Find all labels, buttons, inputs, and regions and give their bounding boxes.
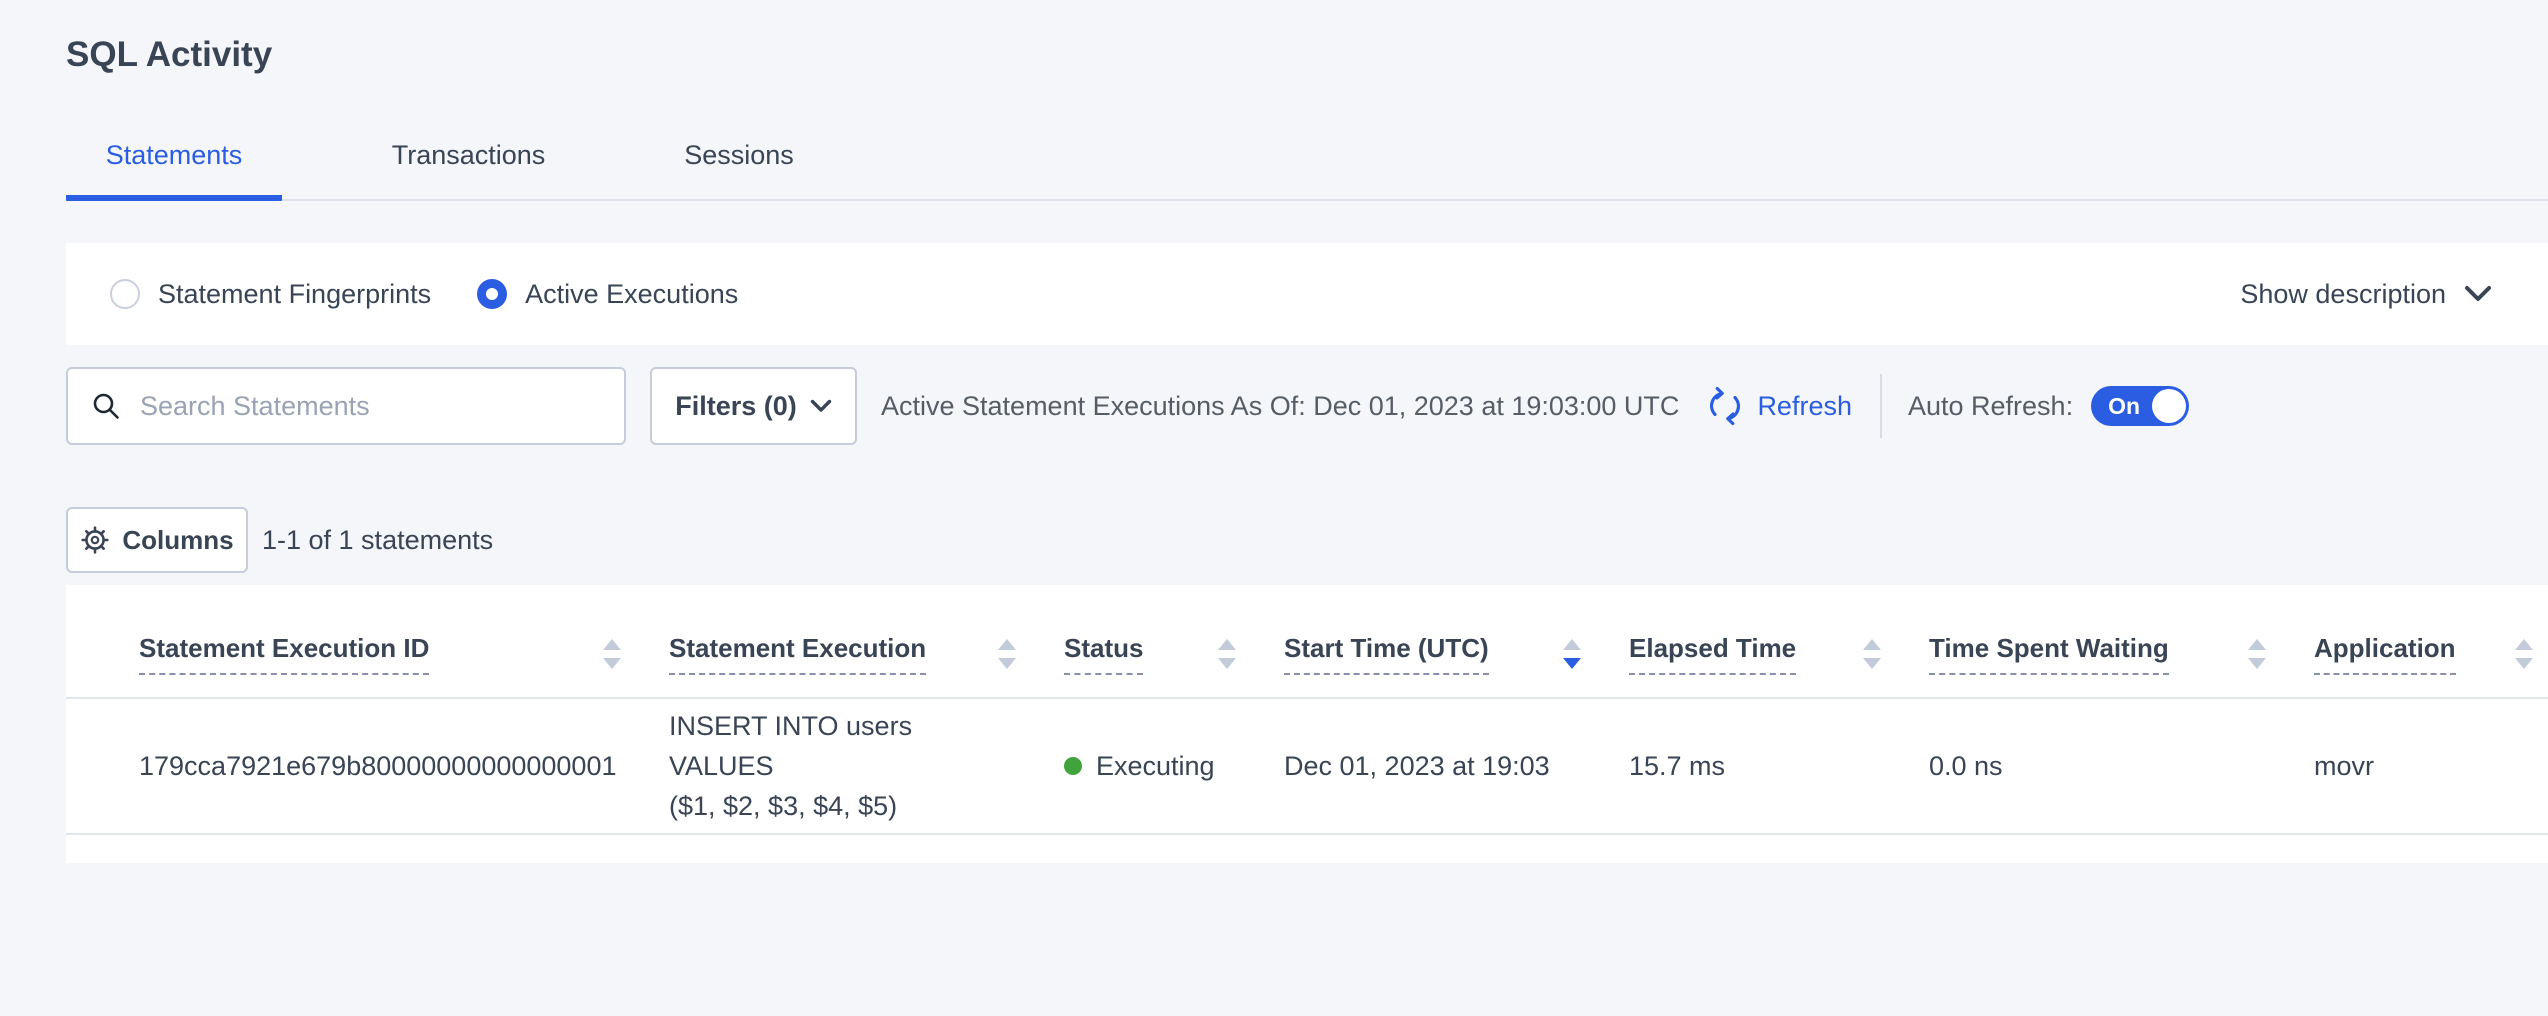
table-toolbar: Columns 1-1 of 1 statements: [66, 507, 2548, 573]
show-description-button[interactable]: Show description: [2240, 279, 2492, 310]
cell-application: movr: [2281, 699, 2548, 833]
cell-status: Executing: [1031, 699, 1251, 833]
column-header-statement-execution-id: Statement Execution ID: [66, 585, 636, 697]
controls-row: Filters (0) Active Statement Executions …: [66, 367, 2548, 445]
chevron-down-icon: [810, 399, 832, 414]
search-icon: [90, 390, 122, 422]
column-header-application: Application: [2281, 585, 2548, 697]
as-of-timestamp: Active Statement Executions As Of: Dec 0…: [881, 391, 1679, 422]
toggle-knob[interactable]: [2152, 389, 2186, 423]
statement-link[interactable]: INSERT INTO users VALUES ($1, $2, $3, $4…: [669, 706, 1017, 826]
refresh-button[interactable]: Refresh: [1705, 386, 1852, 426]
column-header-start-time: Start Time (UTC): [1251, 585, 1596, 697]
tab-statements[interactable]: Statements: [66, 140, 282, 201]
column-header-statement-execution: Statement Execution: [636, 585, 1031, 697]
sql-activity-page: SQL Activity Statements Transactions Ses…: [0, 34, 2548, 1016]
table-row: 179cca7921e679b80000000000000001 INSERT …: [66, 699, 2548, 835]
sort-icon[interactable]: [1848, 637, 1882, 671]
vertical-divider: [1880, 374, 1882, 438]
results-count: 1-1 of 1 statements: [262, 525, 493, 556]
cell-execution-id: 179cca7921e679b80000000000000001: [66, 699, 636, 833]
toggle-state-label: On: [2108, 393, 2140, 420]
view-mode-card: Statement Fingerprints Active Executions…: [66, 243, 2548, 345]
search-box[interactable]: [66, 367, 626, 445]
tab-sessions[interactable]: Sessions: [661, 140, 817, 201]
page-title: SQL Activity: [66, 34, 2548, 76]
sort-icon[interactable]: [2233, 637, 2267, 671]
statements-table: Statement Execution ID Statement Executi…: [66, 585, 2548, 863]
auto-refresh-toggle[interactable]: On: [2091, 386, 2189, 426]
view-mode-radio-group: Statement Fingerprints Active Executions: [110, 279, 784, 310]
filters-button[interactable]: Filters (0): [650, 367, 857, 445]
status-dot-icon: [1064, 757, 1082, 775]
radio-active-executions[interactable]: Active Executions: [477, 279, 738, 310]
column-header-time-spent-waiting: Time Spent Waiting: [1896, 585, 2281, 697]
sort-icon-descending[interactable]: [1548, 637, 1582, 671]
sort-icon[interactable]: [983, 637, 1017, 671]
table-header-row: Statement Execution ID Statement Executi…: [66, 585, 2548, 699]
tab-bar: Statements Transactions Sessions: [66, 140, 2548, 201]
auto-refresh-label: Auto Refresh:: [1908, 391, 2073, 422]
tab-transactions[interactable]: Transactions: [346, 140, 591, 201]
cell-elapsed-time: 15.7 ms: [1596, 699, 1896, 833]
sort-icon[interactable]: [588, 637, 622, 671]
gear-icon: [80, 525, 110, 555]
cell-time-spent-waiting: 0.0 ns: [1896, 699, 2281, 833]
sort-icon[interactable]: [1203, 637, 1237, 671]
radio-selected-icon[interactable]: [477, 279, 507, 309]
chevron-down-icon: [2464, 285, 2492, 303]
column-header-elapsed-time: Elapsed Time: [1596, 585, 1896, 697]
radio-statement-fingerprints[interactable]: Statement Fingerprints: [110, 279, 431, 310]
sort-icon[interactable]: [2500, 637, 2534, 671]
columns-button[interactable]: Columns: [66, 507, 248, 573]
radio-unselected-icon[interactable]: [110, 279, 140, 309]
cell-statement: INSERT INTO users VALUES ($1, $2, $3, $4…: [636, 699, 1031, 833]
search-input[interactable]: [138, 390, 614, 423]
column-header-status: Status: [1031, 585, 1251, 697]
refresh-icon: [1705, 386, 1745, 426]
cell-start-time: Dec 01, 2023 at 19:03: [1251, 699, 1596, 833]
